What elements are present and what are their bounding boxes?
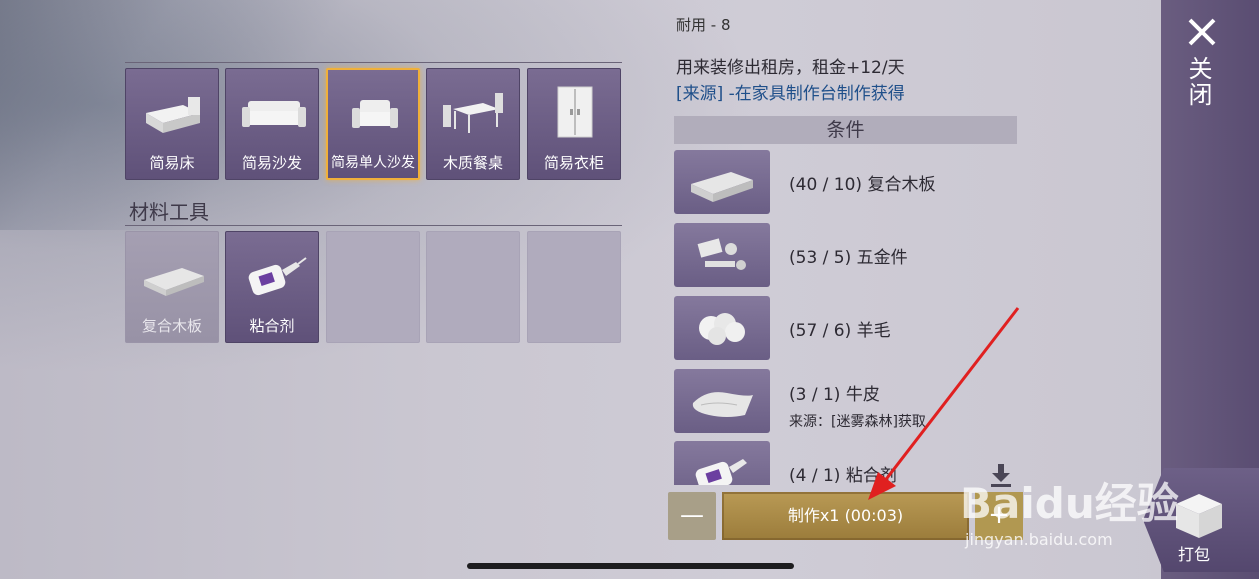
requirement-row: (53 / 5) 五金件 (674, 223, 1074, 289)
pack-button-label: 打包 (1178, 545, 1211, 564)
sofa-icon (242, 101, 306, 127)
close-icon[interactable] (1186, 16, 1218, 48)
furniture-item-sofa[interactable]: 简易沙发 (225, 68, 319, 180)
leather-icon (692, 392, 753, 417)
material-label: 粘合剂 (249, 317, 295, 335)
requirement-text: (40 / 10) 复合木板 (789, 175, 936, 195)
craft-button[interactable]: 制作x1 (00:03) (722, 492, 969, 540)
plank-icon (144, 268, 204, 296)
requirement-icon-box (674, 441, 770, 485)
armchair-icon (352, 100, 398, 128)
glue-icon (695, 459, 747, 485)
furniture-item-bed[interactable]: 简易床 (125, 68, 219, 180)
requirement-icon-box (674, 369, 770, 433)
requirement-row: (40 / 10) 复合木板 (674, 150, 1074, 216)
furniture-label: 简易衣柜 (543, 154, 604, 172)
dining-table-icon (443, 93, 503, 133)
requirement-row: (3 / 1) 牛皮 来源：[迷雾森林]获取 (674, 369, 1074, 435)
truncated-attribute-text: 耐用 - 8 (676, 16, 731, 34)
wool-icon (699, 313, 745, 345)
empty-slot (326, 231, 420, 343)
watermark-logo: Baidu经验 (960, 479, 1179, 528)
glue-icon (248, 257, 307, 296)
material-label: 复合木板 (141, 317, 202, 335)
requirement-text: (4 / 1) 粘合剂 (789, 466, 897, 485)
requirement-row: (57 / 6) 羊毛 (674, 296, 1074, 362)
hardware-icon (697, 238, 746, 270)
home-indicator (467, 563, 794, 569)
requirement-icon-box (674, 150, 770, 214)
furniture-item-dining-table[interactable]: 木质餐桌 (426, 68, 520, 180)
empty-slot (426, 231, 520, 343)
material-item-glue[interactable]: 粘合剂 (225, 231, 319, 343)
furniture-item-armchair[interactable]: 简易单人沙发 (326, 68, 420, 180)
furniture-label: 木质餐桌 (442, 154, 503, 172)
materials-section-title: 材料工具 (129, 200, 209, 224)
material-item-plank[interactable]: 复合木板 (125, 231, 219, 343)
plank-icon (691, 172, 753, 202)
item-source: [来源] -在家具制作台制作获得 (676, 84, 905, 104)
decrease-quantity-button[interactable]: — (668, 492, 716, 540)
item-description: 用来装修出租房，租金+12/天 (676, 58, 905, 78)
requirement-icon-box (674, 223, 770, 287)
conditions-header: 条件 (674, 116, 1017, 144)
requirement-text: (57 / 6) 羊毛 (789, 321, 891, 341)
bed-icon (146, 97, 200, 133)
top-divider (125, 62, 622, 63)
furniture-item-wardrobe[interactable]: 简易衣柜 (527, 68, 621, 180)
requirement-source: 来源：[迷雾森林]获取 (789, 414, 926, 430)
empty-slot (527, 231, 621, 343)
watermark-url: jingyan.baidu.com (965, 530, 1113, 549)
furniture-label: 简易单人沙发 (331, 155, 415, 171)
furniture-label: 简易床 (149, 154, 195, 172)
close-button-label[interactable]: 关闭 (1184, 56, 1216, 108)
requirement-text: (3 / 1) 牛皮 (789, 385, 880, 405)
materials-divider (125, 225, 622, 226)
furniture-label: 简易沙发 (241, 154, 302, 172)
requirement-text: (53 / 5) 五金件 (789, 248, 908, 268)
requirement-icon-box (674, 296, 770, 360)
wardrobe-icon (557, 86, 593, 138)
